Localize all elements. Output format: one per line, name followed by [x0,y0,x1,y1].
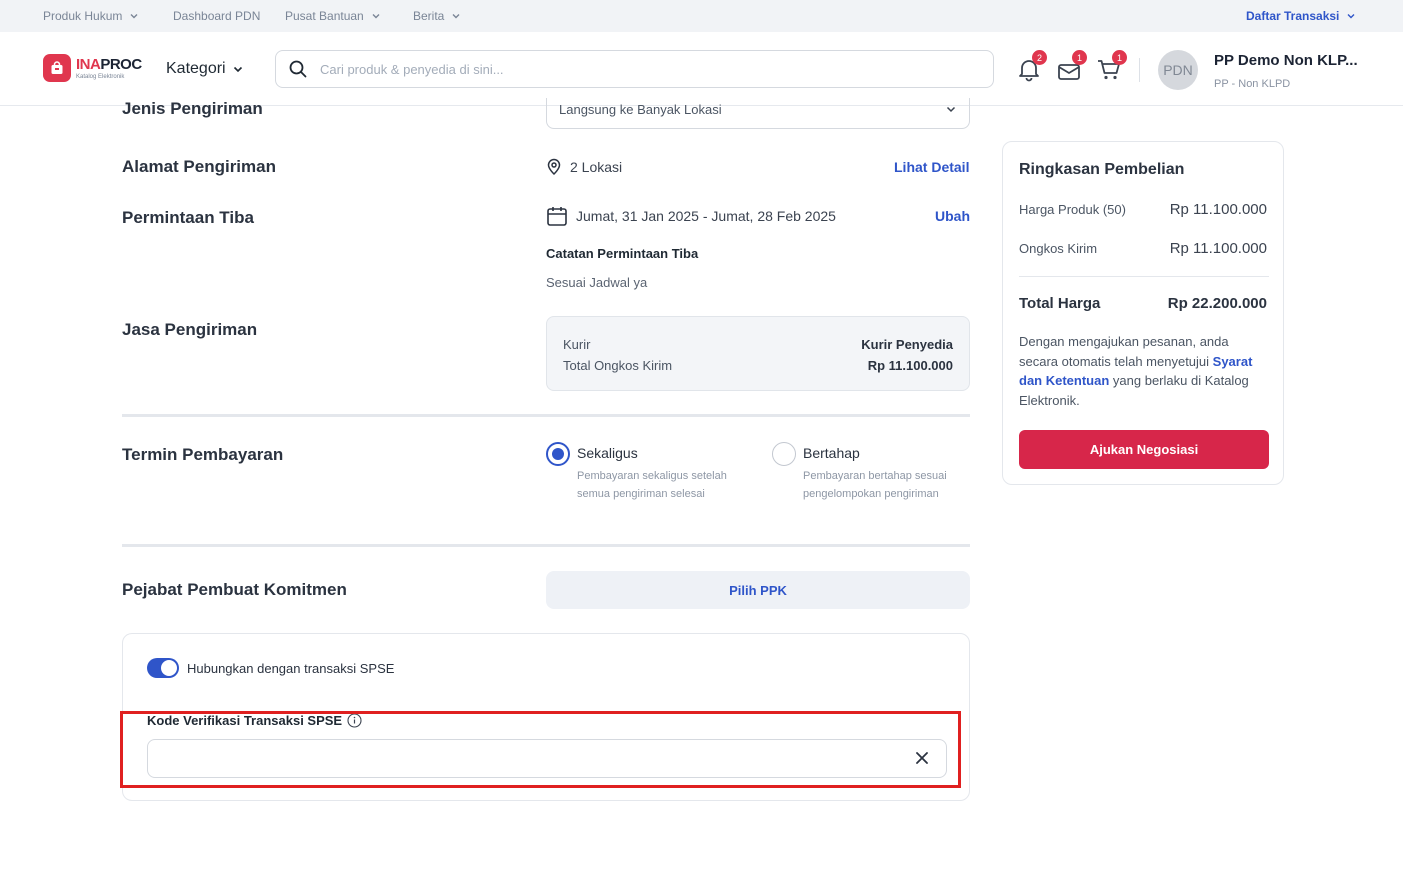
chevron-down-icon [372,14,380,19]
topnav-dashboard-pdn[interactable]: Dashboard PDN [173,9,260,23]
topnav-pusat-bantuan[interactable]: Pusat Bantuan [285,9,382,23]
ubah-link[interactable]: Ubah [935,208,970,224]
user-role: PP - Non KLPD [1214,78,1291,90]
user-name[interactable]: PP Demo Non KLP... [1214,52,1358,69]
terms-text: Dengan mengajukan pesanan, anda secara o… [1019,332,1271,410]
spse-code-label-text: Kode Verifikasi Transaksi SPSE [147,713,343,728]
radio-description: Pembayaran sekaligus setelah semua pengi… [577,470,727,500]
spse-code-field[interactable] [147,739,947,778]
main-header: INAPROC Katalog Elektronik Kategori 2 1 … [0,32,1403,106]
ongkos-kirim-summary-label: Ongkos Kirim [1019,241,1098,256]
kurir-value: Kurir Penyedia [861,337,953,352]
permintaan-tiba-text: Jumat, 31 Jan 2025 - Jumat, 28 Feb 2025 [576,208,836,224]
spse-card: Hubungkan dengan transaksi SPSE Kode Ver… [122,633,970,801]
avatar[interactable]: PDN [1158,50,1198,90]
logo-name-accent: INA [76,55,101,73]
ongkos-kirim-value: Rp 11.100.000 [867,358,953,373]
ajukan-negosiasi-button[interactable]: Ajukan Negosiasi [1019,430,1269,469]
search-bar[interactable] [275,50,994,88]
catatan-permintaan-value: Sesuai Jadwal ya [546,275,648,290]
harga-produk-value: Rp 11.100.000 [1169,201,1267,218]
daftar-transaksi-label: Daftar Transaksi [1246,9,1340,23]
radio-title: Bertahap [803,445,860,461]
jasa-pengiriman-label: Jasa Pengiriman [122,320,258,339]
kategori-dropdown[interactable]: Kategori [166,60,244,78]
chevron-down-icon [1347,14,1355,19]
alamat-value: 2 Lokasi [546,158,622,175]
permintaan-tiba-label: Permintaan Tiba [122,208,254,227]
search-input[interactable] [320,61,960,77]
purchase-summary-card: Ringkasan Pembelian Harga Produk (50) Rp… [1002,141,1284,485]
inaproc-logo[interactable]: INAPROC Katalog Elektronik [43,54,142,82]
jenis-pengiriman-select[interactable]: Langsung ke Banyak Lokasi [546,98,970,129]
jenis-pengiriman-value: Langsung ke Banyak Lokasi [559,102,722,117]
radio-button-selected[interactable] [546,442,570,466]
section-divider [122,544,970,547]
location-pin-icon [547,158,561,175]
messages-button[interactable]: 1 [1056,50,1087,82]
chevron-down-icon [233,66,242,73]
alamat-value-text: 2 Lokasi [570,158,623,175]
termin-pembayaran-label: Termin Pembayaran [122,445,284,464]
close-icon[interactable] [914,750,930,766]
courier-info-box: Kurir Total Ongkos Kirim Kurir Penyedia … [546,316,970,391]
lihat-detail-link[interactable]: Lihat Detail [894,159,969,175]
kurir-label: Kurir [563,337,591,352]
catatan-permintaan-label: Catatan Permintaan Tiba [546,246,699,261]
total-harga-label: Total Harga [1019,295,1101,312]
section-divider [122,414,970,417]
topnav-berita[interactable]: Berita [413,9,462,23]
info-icon[interactable] [347,713,362,728]
pilih-ppk-button[interactable]: Pilih PPK [546,571,970,609]
daftar-transaksi-link[interactable]: Daftar Transaksi [1246,9,1357,23]
header-divider [1139,58,1140,82]
radio-button[interactable] [772,442,796,466]
summary-title: Ringkasan Pembelian [1019,161,1185,178]
spse-code-input[interactable] [148,740,888,776]
spse-code-label: Kode Verifikasi Transaksi SPSE [147,713,362,728]
topnav-label: Berita [413,9,445,23]
cart-badge: 1 [1112,50,1127,65]
summary-divider [1019,276,1269,277]
topnav-label: Produk Hukum [43,9,123,23]
top-utility-bar: Produk Hukum Dashboard PDN Pusat Bantuan… [0,0,1403,32]
ongkos-kirim-summary-value: Rp 11.100.000 [1169,240,1267,257]
harga-produk-label: Harga Produk (50) [1019,202,1126,217]
radio-description: Pembayaran bertahap sesuai pengelompokan… [803,470,947,500]
chevron-down-icon [130,14,138,19]
calendar-icon [547,207,567,226]
messages-badge: 1 [1072,50,1087,65]
ppk-label: Pejabat Pembuat Komitmen [122,580,347,599]
notification-badge: 2 [1032,50,1047,65]
radio-title: Sekaligus [577,445,638,461]
topnav-label: Dashboard PDN [173,9,261,23]
permintaan-tiba-value: Jumat, 31 Jan 2025 - Jumat, 28 Feb 2025 [546,205,836,227]
cart-button[interactable]: 1 [1096,50,1127,82]
notification-button[interactable]: 2 [1016,50,1047,82]
chevron-down-icon [452,14,460,19]
spse-toggle[interactable] [147,658,179,678]
alamat-pengiriman-label: Alamat Pengiriman [122,157,276,176]
topnav-label: Pusat Bantuan [285,9,364,23]
shopping-bag-icon [43,54,71,82]
terms-text-before: Dengan mengajukan pesanan, anda secara o… [1019,334,1229,369]
spse-toggle-label: Hubungkan dengan transaksi SPSE [187,661,395,676]
logo-name-rest: PROC [100,55,142,73]
kategori-label: Kategori [166,60,226,77]
topnav-produk-hukum[interactable]: Produk Hukum [43,9,140,23]
total-harga-value: Rp 22.200.000 [1167,295,1267,312]
chevron-down-icon [946,106,956,113]
ongkos-kirim-label: Total Ongkos Kirim [563,358,673,373]
logo-subtitle: Katalog Elektronik [76,73,125,80]
jenis-pengiriman-label: Jenis Pengiriman [122,99,263,118]
search-icon [289,60,307,78]
